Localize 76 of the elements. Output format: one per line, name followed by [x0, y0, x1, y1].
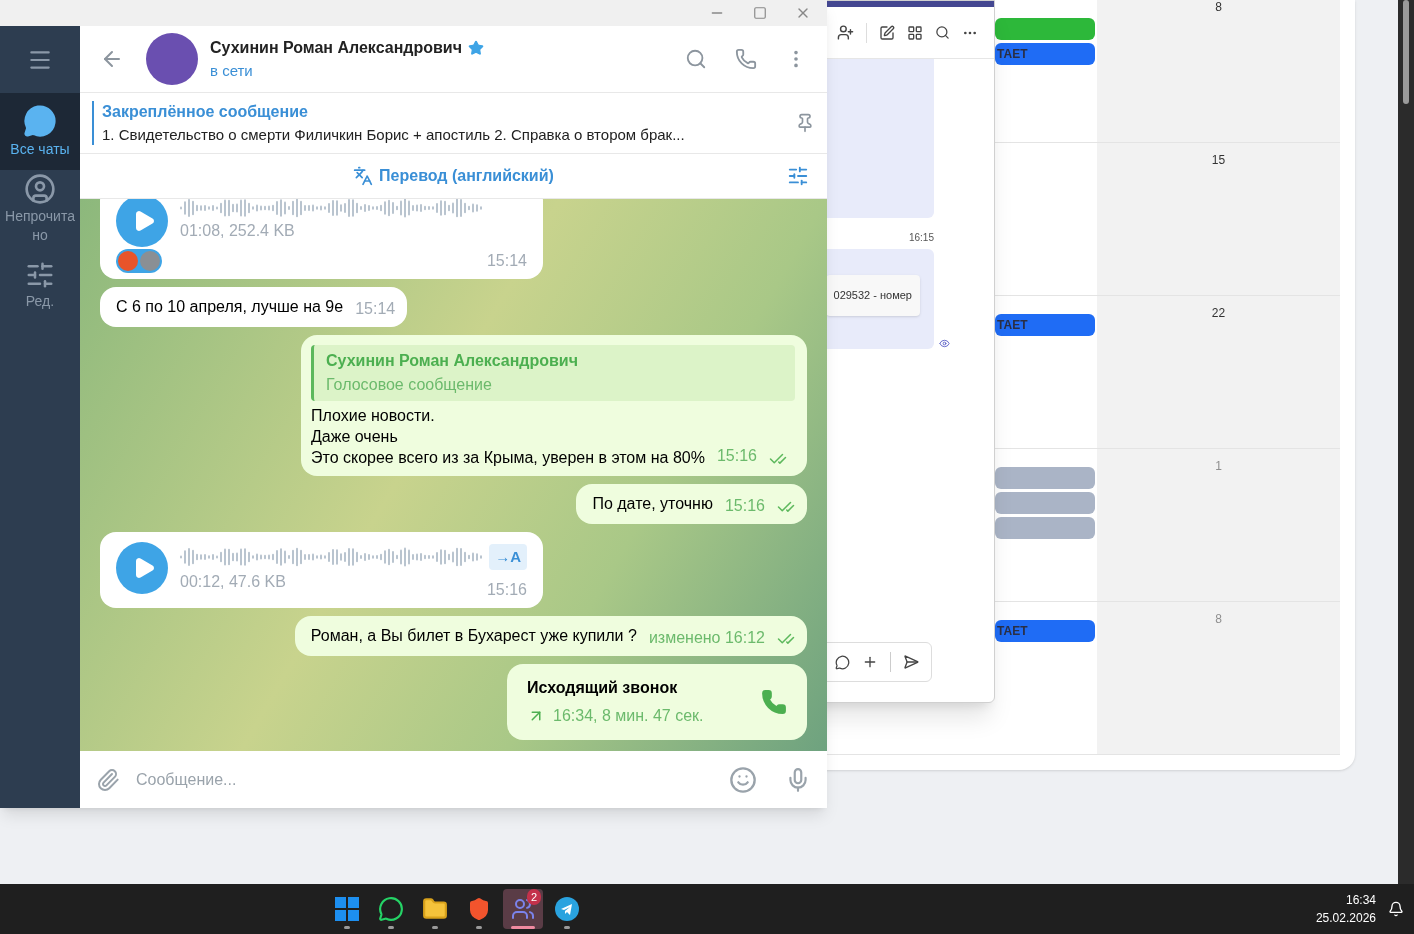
message-time: 15:14 [486, 250, 527, 271]
pinned-title: Закреплённое сообщение [102, 101, 309, 122]
send-icon[interactable] [903, 654, 919, 670]
reply-author: Сухинин Роман Александрович [326, 350, 579, 371]
clock-time: 16:34 [1345, 892, 1376, 909]
running-indicator [511, 926, 535, 929]
day-number: 8 [1215, 0, 1222, 16]
person-icon [24, 172, 56, 205]
message-time: изменено 16:12 [648, 628, 765, 648]
message-text: Даже очень [311, 426, 399, 447]
edit-icon[interactable] [879, 24, 895, 41]
message-text: Роман, а Вы билет в Бухарест уже купили ? [310, 626, 637, 646]
sliders-icon [25, 260, 55, 290]
message-time: 16:15 [908, 231, 934, 245]
running-indicator [564, 926, 570, 929]
play-button[interactable] [116, 541, 168, 594]
attach-icon[interactable] [96, 767, 120, 792]
calendar-event[interactable]: ТАЕТ [995, 620, 1095, 642]
plus-icon[interactable] [862, 654, 878, 670]
scrollbar-thumb[interactable] [1403, 0, 1409, 104]
chat-icon[interactable] [835, 654, 850, 670]
emoji-icon[interactable] [729, 765, 757, 794]
call-details: 16:34, 8 мин. 47 сек. [553, 706, 704, 726]
folder-tab[interactable]: Все чаты [0, 93, 80, 170]
message-input[interactable]: Сообщение... [136, 767, 713, 792]
folder-tab[interactable]: Ред. [0, 247, 80, 324]
message-time: 15:16 [716, 445, 757, 466]
message-time: 15:16 [724, 495, 765, 516]
phone-icon[interactable] [735, 48, 757, 70]
running-indicator [476, 926, 482, 929]
day-number: 22 [1211, 305, 1226, 322]
call-title: Исходящий звонок [527, 678, 679, 698]
pinned-text: 1. Свидетельство о смерти Филичкин Борис + апостиль 2. Справка о втором брак... [102, 124, 686, 145]
contact-status: в сети [210, 60, 254, 81]
message-text: По дате, уточню [592, 493, 713, 514]
folder-icon [422, 896, 448, 922]
settings-icon[interactable] [787, 165, 809, 187]
running-indicator [432, 926, 438, 929]
running-indicator [344, 926, 350, 929]
taskbar-app[interactable]: 2 [503, 889, 543, 929]
pin-icon[interactable] [795, 113, 815, 133]
day-number: 8 [1215, 611, 1222, 628]
apps-grid-icon[interactable] [907, 24, 923, 41]
clock-date: 25.02.2026 [1315, 910, 1376, 927]
day-number: 1 [1215, 458, 1222, 475]
day-number: 15 [1211, 152, 1226, 169]
calendar-event[interactable]: ТАЕТ [995, 314, 1095, 336]
link-card: 029532 - номер [825, 275, 920, 316]
running-indicator [388, 926, 394, 929]
contact-name: Сухинин Роман Александрович [210, 37, 462, 58]
search-icon[interactable] [935, 25, 950, 40]
paper-plane-icon [555, 897, 579, 921]
notification-badge: 2 [526, 889, 541, 905]
bell-icon[interactable] [1388, 901, 1404, 917]
message-text: С 6 по 10 апреля, лучше на 9е [116, 296, 344, 317]
calendar-event[interactable]: ТАЕТ [995, 43, 1095, 65]
add-person-icon[interactable] [837, 24, 854, 41]
maximize-icon[interactable] [753, 6, 767, 20]
message-text: Это скорее всего из за Крыма, уверен в этом на 80% [311, 447, 705, 468]
message-time: 15:14 [355, 298, 396, 319]
translate-icon [353, 166, 374, 186]
translate-button[interactable]: Перевод (английский) [353, 164, 554, 188]
folder-tab[interactable]: Непрочитано [0, 170, 80, 247]
play-button[interactable] [116, 199, 168, 247]
message-text: Плохие новости. [311, 405, 436, 426]
voice-duration: 01:08, 252.4 KB [180, 220, 295, 241]
chat-bubbles-icon [23, 104, 57, 138]
transcribe-button[interactable]: →A [489, 543, 527, 570]
pinned-message-bar[interactable]: Закреплённое сообщение 1. Свидетельство о смерти Филичкин Борис + апостиль 2. Справка о втором брак... [80, 93, 827, 154]
reply-snippet: Голосовое сообщение [326, 374, 493, 395]
voice-duration: 00:12, 47.6 KB [180, 572, 286, 592]
windows-logo-icon [335, 897, 359, 921]
chat-bubble-icon [378, 896, 404, 922]
shield-icon [467, 897, 491, 921]
message-time: 15:16 [486, 580, 527, 600]
phone-icon[interactable] [761, 689, 787, 715]
